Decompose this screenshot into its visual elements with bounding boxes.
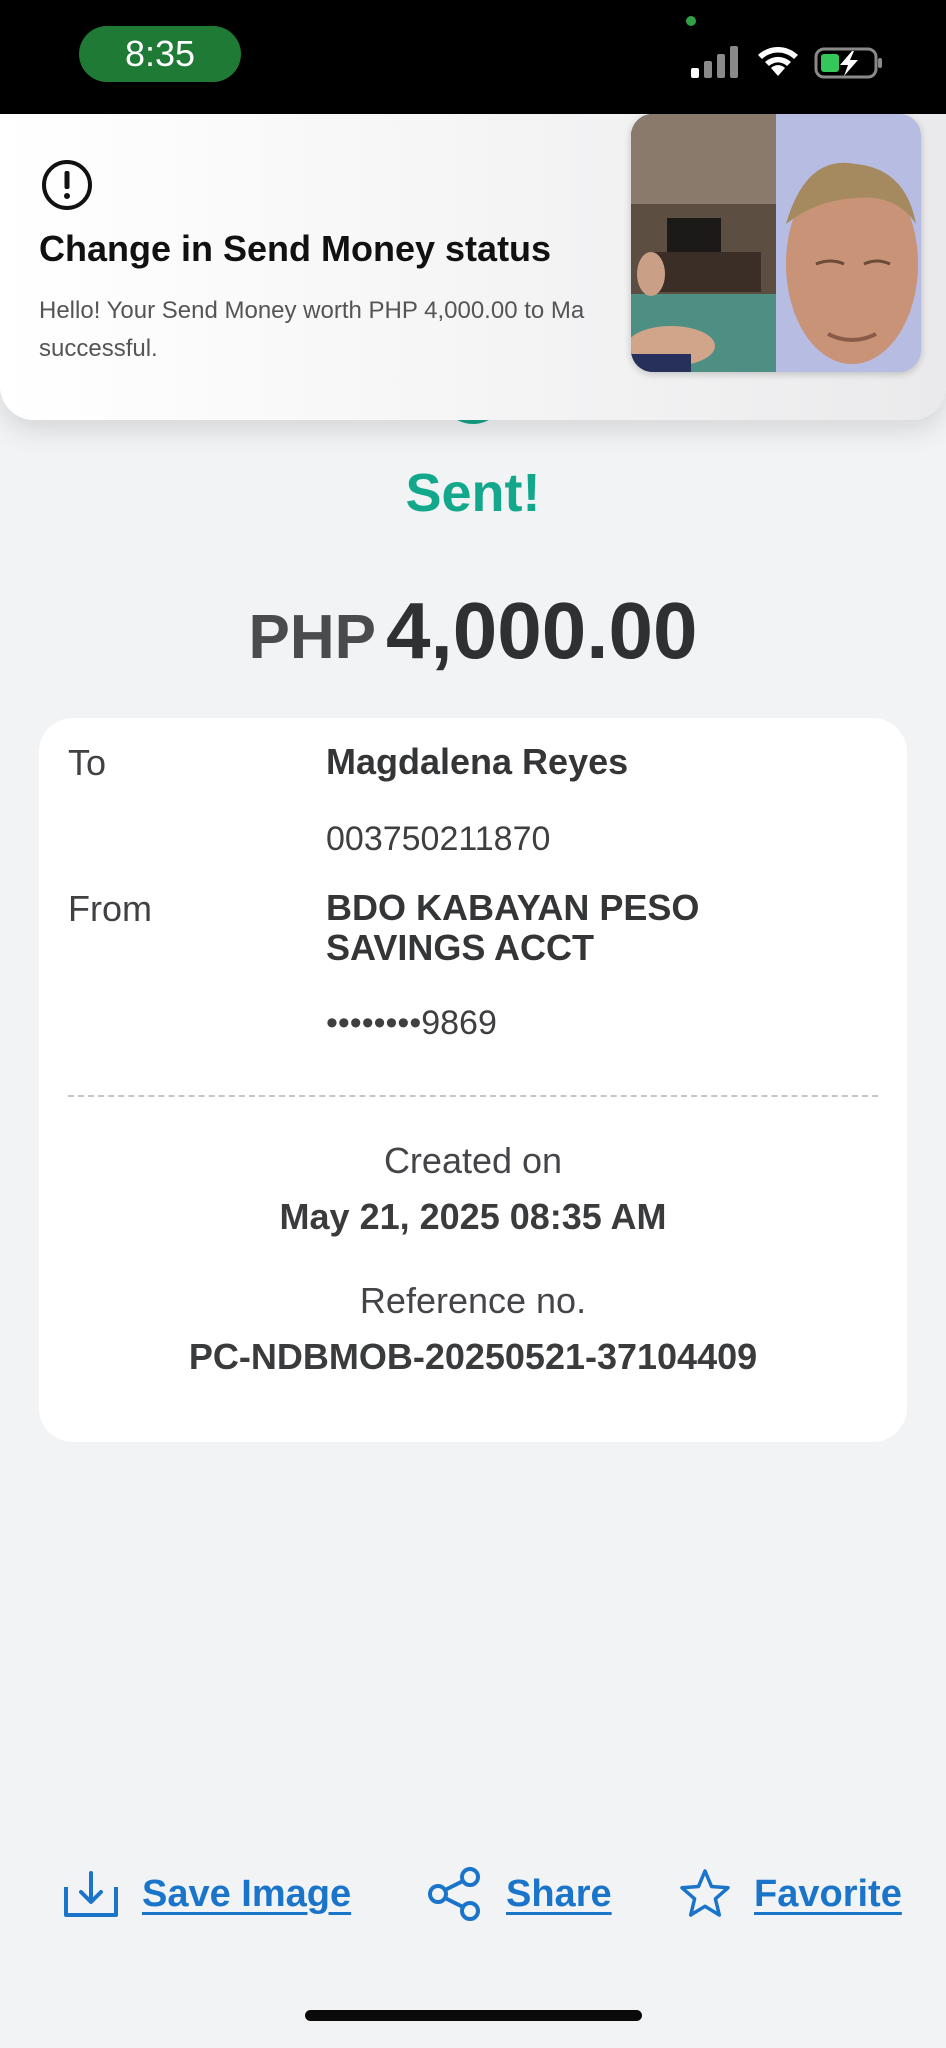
- notification-body: Hello! Your Send Money worth PHP 4,000.0…: [39, 292, 639, 368]
- room-scene-image: [631, 114, 776, 372]
- share-button[interactable]: Share: [426, 1860, 612, 1928]
- face-image: [776, 114, 921, 372]
- status-time: 8:35: [79, 26, 241, 82]
- action-bar: Save Image Share Favorite: [0, 1860, 946, 1928]
- reference-label: Reference no.: [359, 1280, 587, 1321]
- amount-value: 4,000.00: [386, 586, 698, 675]
- remote-video-feed: [631, 114, 776, 372]
- home-indicator[interactable]: [305, 2010, 642, 2021]
- created-on-label: Created on: [383, 1140, 563, 1181]
- save-image-label: Save Image: [142, 1872, 352, 1915]
- sent-status-title: Sent!: [405, 463, 541, 523]
- save-image-button[interactable]: Save Image: [62, 1860, 351, 1928]
- favorite-button[interactable]: Favorite: [678, 1860, 902, 1928]
- notification-body-line2: successful.: [39, 335, 158, 362]
- reference-value: PC-NDBMOB-20250521-37104409: [188, 1336, 758, 1377]
- self-video-feed: [776, 114, 921, 372]
- favorite-label: Favorite: [754, 1872, 902, 1915]
- transaction-details-card: To Magdalena Reyes 003750211870 From BDO…: [39, 718, 907, 1442]
- camera-indicator-icon: [686, 16, 696, 26]
- source-account-number: ••••••••9869: [326, 1004, 497, 1042]
- recipient-name: Magdalena Reyes: [326, 741, 629, 782]
- share-icon: [428, 1867, 480, 1921]
- status-bar: 8:35: [0, 0, 946, 114]
- share-label: Share: [506, 1872, 612, 1915]
- download-icon: [64, 1871, 118, 1917]
- details-divider: [68, 1095, 878, 1097]
- cellular-signal-icon: [691, 46, 738, 78]
- star-icon: [680, 1869, 730, 1917]
- notification-body-line1: Hello! Your Send Money worth PHP 4,000.0…: [39, 297, 585, 324]
- video-call-pip[interactable]: [631, 114, 921, 372]
- notification-title: Change in Send Money status: [39, 228, 552, 269]
- from-label: From: [68, 888, 152, 929]
- source-account-name-line1: BDO KABAYAN PESO: [326, 887, 700, 928]
- alert-circle-icon: [42, 160, 92, 210]
- source-account-name: BDO KABAYAN PESO SAVINGS ACCT: [326, 888, 699, 968]
- created-on-value: May 21, 2025 08:35 AM: [279, 1196, 667, 1237]
- source-account-name-line2: SAVINGS ACCT: [326, 927, 595, 968]
- amount-currency: PHP: [248, 603, 377, 672]
- recipient-account: 003750211870: [326, 820, 551, 858]
- to-label: To: [68, 742, 107, 783]
- wifi-icon: [758, 47, 798, 76]
- amount-display: PHP 4,000.00: [0, 585, 946, 677]
- battery-charging-icon: [814, 47, 882, 79]
